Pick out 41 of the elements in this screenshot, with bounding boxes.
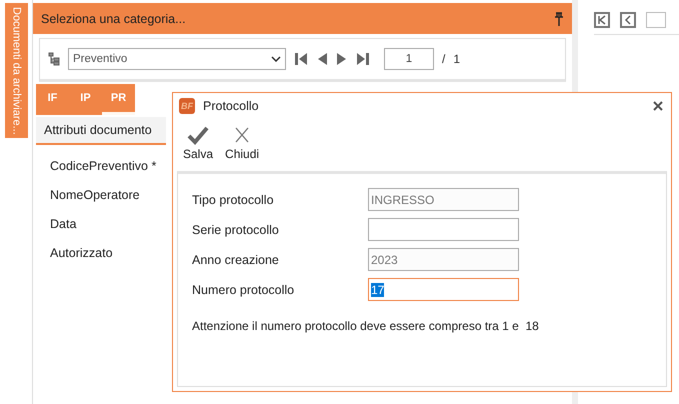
attribute-label: Autorizzato: [50, 246, 113, 262]
field-label: Serie protocollo: [192, 222, 280, 236]
attribute-label: Data: [50, 217, 76, 233]
chevron-down-icon: [271, 56, 281, 62]
chevron-left-icon: [623, 15, 633, 25]
check-icon: [187, 125, 210, 145]
dialog-title: Protocollo: [203, 99, 260, 113]
document-tab[interactable]: IF: [36, 84, 69, 115]
next-icon: [336, 52, 348, 66]
field-label: Numero protocollo: [192, 282, 296, 296]
document-tab[interactable]: PR: [102, 84, 135, 115]
field-label: Anno creazione: [192, 252, 280, 266]
attribute-label: CodicePreventivo *: [50, 159, 156, 175]
close-button[interactable]: Chiudi: [225, 125, 260, 171]
input-field[interactable]: 17: [368, 278, 519, 301]
category-dropdown[interactable]: Preventivo: [68, 48, 286, 70]
close-icon: [653, 101, 663, 111]
first-button[interactable]: [594, 12, 610, 28]
page-total: 1: [453, 52, 460, 66]
side-tab[interactable]: Documenti da archiviare...: [5, 3, 28, 138]
save-button[interactable]: Salva: [183, 125, 214, 171]
field-label: Tipo protocollo: [192, 192, 275, 206]
document-tab[interactable]: IP: [69, 84, 102, 115]
first-page-icon: [294, 52, 308, 66]
page-input[interactable]: [646, 12, 666, 28]
attributes-tab[interactable]: Attributi documento: [36, 117, 166, 145]
input-field[interactable]: 2023: [368, 248, 519, 271]
first-icon: [597, 15, 607, 25]
pin-icon: [554, 12, 564, 26]
attribute-label: NomeOperatore: [50, 188, 140, 204]
validation-message: Attenzione il numero protocollo deve essere compreso tra 1 e 18: [192, 319, 540, 333]
tree-icon: [48, 52, 60, 66]
input-field[interactable]: INGRESSO: [368, 188, 519, 211]
page-field[interactable]: 1: [384, 48, 434, 70]
last-page-icon: [356, 52, 370, 66]
previous-icon: [316, 52, 328, 66]
panel-title: Seleziona una categoria...: [41, 12, 186, 26]
page-separator: /: [442, 52, 446, 66]
app-logo: BF: [179, 98, 195, 114]
input-field[interactable]: [368, 218, 519, 241]
previous-button[interactable]: [620, 12, 636, 28]
